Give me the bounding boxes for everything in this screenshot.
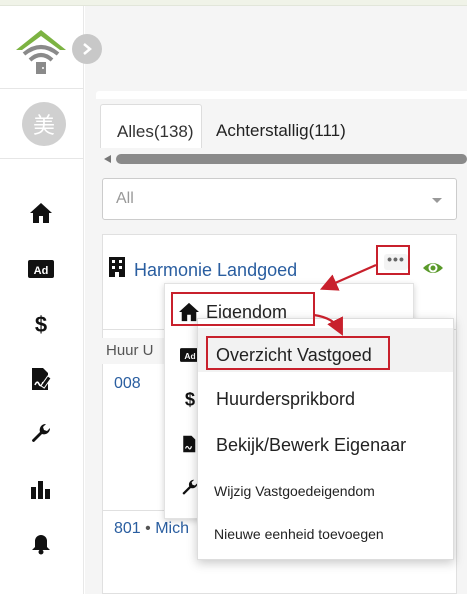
content-panel-top	[96, 91, 467, 99]
dollar-icon[interactable]: $	[28, 311, 54, 337]
tenant-name: Mich	[155, 520, 189, 537]
tab-overdue[interactable]: Achterstallig(111)	[216, 104, 416, 148]
filter-select[interactable]: All	[102, 178, 457, 220]
collapse-sidebar-button[interactable]	[72, 34, 102, 64]
bell-icon[interactable]	[28, 531, 54, 557]
home-icon[interactable]	[28, 200, 54, 226]
annotation-box-overzicht	[206, 336, 390, 370]
submenu-item-huurdersprikbord[interactable]: Huurdersprikbord	[216, 389, 355, 410]
svg-text:Ad: Ad	[184, 351, 195, 361]
column-header-huur: Huur U	[102, 338, 164, 364]
separator: •	[145, 520, 151, 537]
submenu-item-bekijk-eigenaar[interactable]: Bekijk/Bewerk Eigenaar	[216, 435, 406, 456]
svg-text:$: $	[185, 389, 195, 409]
ad-icon[interactable]: Ad	[28, 256, 54, 282]
filter-select-value: All	[116, 190, 134, 207]
unit-link[interactable]: 008	[114, 375, 141, 393]
horizontal-scrollbar[interactable]	[100, 152, 467, 166]
avatar[interactable]: 美	[22, 102, 66, 146]
sidebar-divider	[0, 88, 84, 89]
scroll-left-icon[interactable]	[104, 155, 111, 163]
chevron-down-icon	[432, 198, 442, 203]
sidebar-divider	[0, 158, 84, 159]
unit-row[interactable]: 801 • Mich	[114, 520, 189, 538]
submenu-item-wijzig-vastgoedeigendom[interactable]: Wijzig Vastgoedeigendom	[214, 483, 375, 499]
main-header	[85, 6, 467, 88]
document-edit-icon[interactable]	[28, 366, 54, 392]
wrench-icon[interactable]	[28, 421, 54, 447]
unit-number: 801	[114, 520, 141, 537]
building-icon	[109, 257, 125, 277]
scrollbar-thumb[interactable]	[116, 154, 467, 164]
svg-text:$: $	[35, 312, 47, 336]
app-logo[interactable]	[14, 28, 68, 78]
annotation-box-more	[376, 245, 410, 275]
chevron-right-icon	[83, 43, 92, 55]
property-name-link[interactable]: Harmonie Landgoed	[134, 260, 297, 281]
sidebar: 美	[0, 6, 84, 594]
annotation-box-eigendom	[171, 292, 315, 326]
bar-chart-icon[interactable]	[28, 476, 54, 502]
tab-all[interactable]: Alles(138)	[100, 104, 202, 148]
submenu-item-nieuwe-eenheid[interactable]: Nieuwe eenheid toevoegen	[214, 526, 384, 542]
svg-text:Ad: Ad	[34, 265, 49, 277]
eye-icon[interactable]	[422, 258, 444, 278]
